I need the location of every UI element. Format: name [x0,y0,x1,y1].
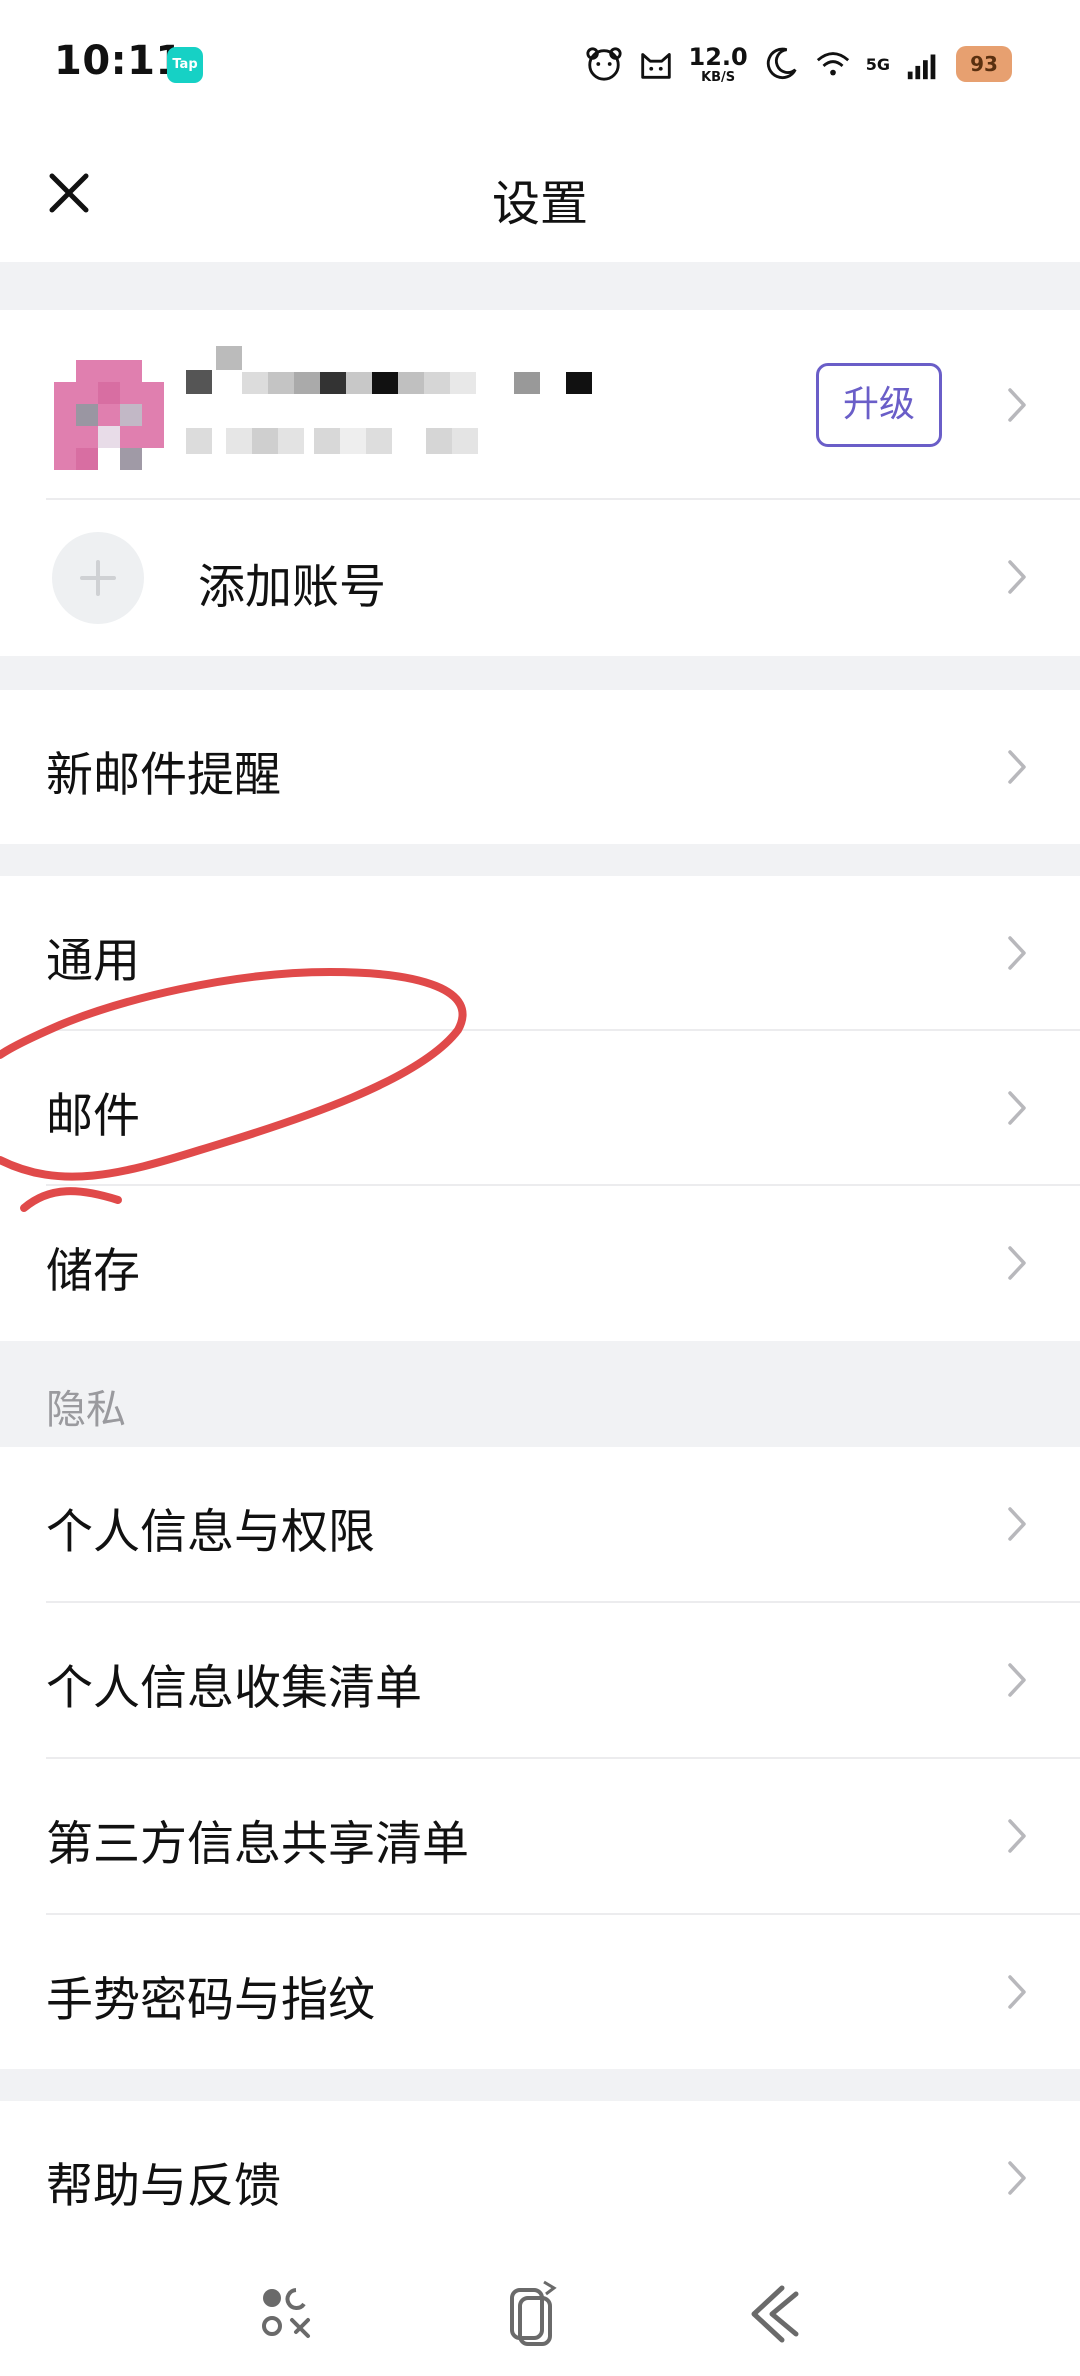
menu-item-label: 个人信息收集清单 [46,1661,422,1716]
account-name-redacted [186,346,592,394]
chevron-right-icon [1008,936,1026,970]
section-gap [0,844,1080,876]
menu-item-help-feedback[interactable]: 帮助与反馈 [0,2101,1080,2250]
section-label: 隐私 [46,1387,126,1433]
plus-icon [80,560,116,596]
upgrade-button[interactable]: 升级 [816,363,942,447]
menu-item-storage[interactable]: 储存 [0,1186,1080,1341]
menu-item-third-party-sharing[interactable]: 第三方信息共享清单 [0,1759,1080,1915]
menu-item-label: 第三方信息共享清单 [46,1817,469,1872]
recent-apps-icon[interactable] [252,2278,322,2348]
page-title: 设置 [491,176,588,232]
title-bar: 设置 [0,128,1080,262]
add-account-row[interactable]: 添加账号 [0,500,1080,656]
section-gap [0,2069,1080,2101]
menu-item-label: 通用 [46,934,140,989]
menu-item-label: 新邮件提醒 [46,748,281,803]
menu-item-info-collection[interactable]: 个人信息收集清单 [0,1603,1080,1759]
network-speed: 12.0 KB/S [689,45,748,84]
status-time: 10:11 [54,38,184,84]
chevron-right-icon [1008,1663,1026,1697]
privacy-section-header: 隐私 [0,1341,1080,1447]
system-navigation-bar [0,2250,1080,2376]
account-email-redacted [186,428,478,454]
wifi-icon [816,52,849,76]
back-icon[interactable] [740,2278,810,2348]
menu-item-gesture-password[interactable]: 手势密码与指纹 [0,1915,1080,2069]
chevron-right-icon [1008,1091,1026,1125]
speed-unit: KB/S [701,69,736,85]
chevron-right-icon [1008,2161,1026,2195]
menu-item-label: 个人信息与权限 [46,1505,375,1560]
chevron-right-icon [1008,1246,1026,1280]
add-account-label: 添加账号 [198,560,386,615]
cat-face-icon [640,53,671,79]
chevron-right-icon [1008,1507,1026,1541]
menu-item-new-mail-alert[interactable]: 新邮件提醒 [0,690,1080,844]
home-icon[interactable] [496,2278,566,2348]
moon-icon [766,47,797,80]
chevron-right-icon [1008,750,1026,784]
signal-icon [907,54,936,80]
section-gap [0,656,1080,690]
chevron-right-icon [1008,1975,1026,2009]
status-bar: 10:11 Tap 12.0 KB/S 5G 93 [0,0,1080,128]
chevron-right-icon [1008,388,1026,422]
account-row[interactable]: 升级 [0,310,1080,500]
menu-item-label: 储存 [46,1244,140,1299]
section-gap [0,262,1080,310]
menu-item-label: 邮件 [46,1089,140,1144]
speed-value: 12.0 [688,42,748,71]
menu-item-label: 帮助与反馈 [46,2159,281,2214]
account-avatar [54,360,164,470]
menu-item-mail[interactable]: 邮件 [0,1031,1080,1186]
menu-item-general[interactable]: 通用 [0,876,1080,1031]
menu-item-label: 手势密码与指纹 [46,1973,375,2028]
chevron-right-icon [1008,560,1026,594]
network-type: 5G [865,54,890,74]
bear-face-icon [585,47,622,81]
battery-indicator: 93 [956,46,1012,82]
tap-app-icon: Tap [167,47,203,83]
status-icons: 12.0 KB/S 5G 93 [585,40,1012,88]
chevron-right-icon [1008,1819,1026,1853]
menu-item-privacy-permissions[interactable]: 个人信息与权限 [0,1447,1080,1603]
